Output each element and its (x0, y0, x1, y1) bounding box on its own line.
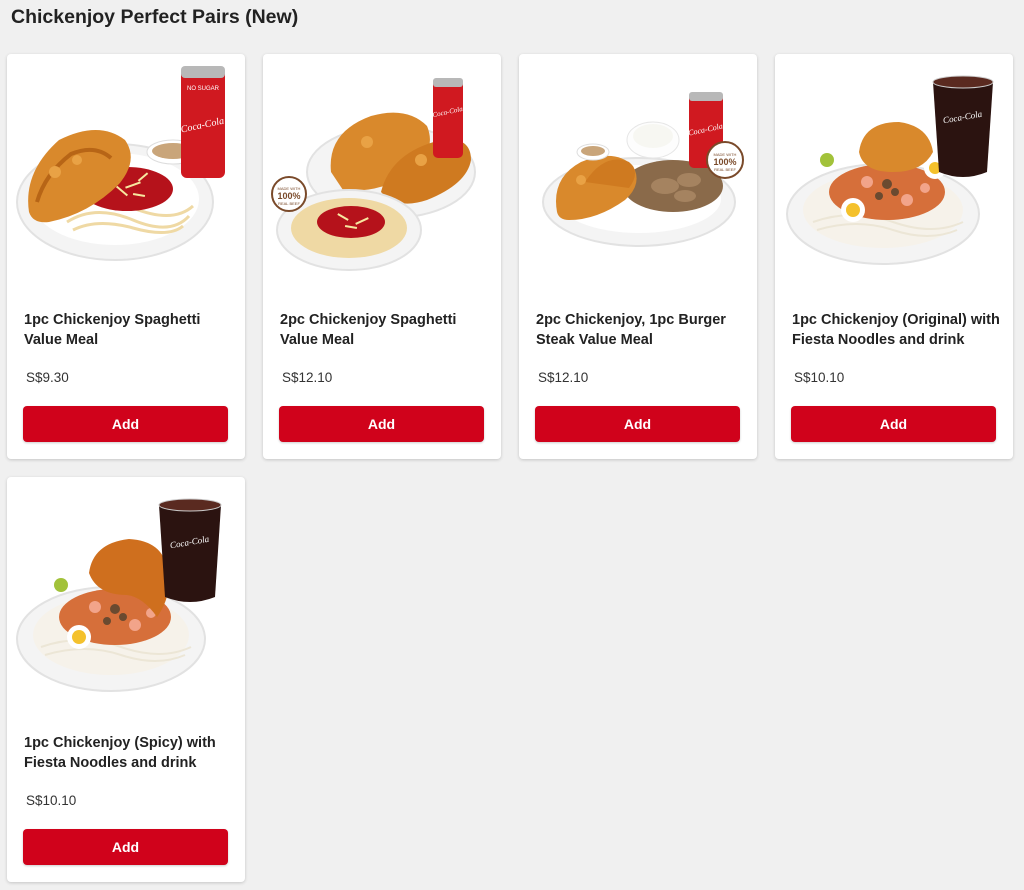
product-card[interactable]: Coca-Cola 1pc Chickenjoy (Original) with… (775, 54, 1013, 459)
add-to-cart-button[interactable]: Add (23, 406, 228, 442)
product-price: S$9.30 (26, 370, 69, 385)
add-to-cart-button[interactable]: Add (791, 406, 996, 442)
product-card[interactable]: Coca-Cola MADE WITH 100% REAL BEEF 2pc C… (519, 54, 757, 459)
product-card[interactable]: NO SUGAR Coca-Cola 1pc Chickenjoy Spaghe… (7, 54, 245, 459)
product-image[interactable]: NO SUGAR Coca-Cola (15, 62, 237, 294)
product-price: S$10.10 (26, 793, 77, 808)
add-to-cart-button[interactable]: Add (535, 406, 740, 442)
product-card[interactable]: Coca-Cola 1pc Chickenjoy (Spicy) with Fi… (7, 477, 245, 882)
svg-text:100%: 100% (277, 191, 300, 201)
add-to-cart-button[interactable]: Add (279, 406, 484, 442)
product-title[interactable]: 2pc Chickenjoy, 1pc Burger Steak Value M… (536, 310, 746, 350)
svg-text:REAL BEEF: REAL BEEF (714, 167, 736, 172)
product-title[interactable]: 2pc Chickenjoy Spaghetti Value Meal (280, 310, 490, 350)
section-title: Chickenjoy Perfect Pairs (New) (11, 6, 299, 28)
svg-text:REAL BEEF: REAL BEEF (278, 201, 300, 206)
product-image[interactable]: Coca-Cola (783, 62, 1005, 294)
product-image[interactable]: Coca-Cola (15, 485, 237, 717)
product-price: S$12.10 (282, 370, 333, 385)
product-card[interactable]: MADE WITH 100% REAL BEEF Coca-Cola 2pc C… (263, 54, 501, 459)
svg-text:NO SUGAR: NO SUGAR (187, 86, 220, 92)
product-price: S$12.10 (538, 370, 589, 385)
product-title[interactable]: 1pc Chickenjoy (Spicy) with Fiesta Noodl… (24, 733, 234, 773)
product-image[interactable]: MADE WITH 100% REAL BEEF Coca-Cola (271, 62, 493, 294)
product-image[interactable]: Coca-Cola MADE WITH 100% REAL BEEF (527, 62, 749, 294)
product-grid: NO SUGAR Coca-Cola 1pc Chickenjoy Spaghe… (7, 54, 1013, 882)
product-title[interactable]: 1pc Chickenjoy Spaghetti Value Meal (24, 310, 234, 350)
svg-text:100%: 100% (713, 157, 736, 167)
product-title[interactable]: 1pc Chickenjoy (Original) with Fiesta No… (792, 310, 1002, 350)
product-price: S$10.10 (794, 370, 845, 385)
add-to-cart-button[interactable]: Add (23, 829, 228, 865)
